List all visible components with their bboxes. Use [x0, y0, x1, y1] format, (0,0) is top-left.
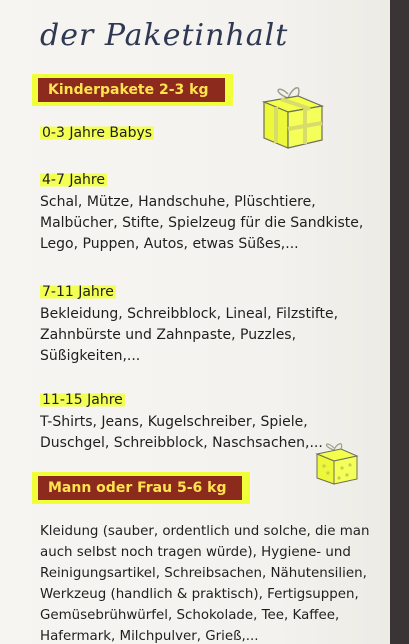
text-line: Schal, Mütze, Handschuhe, Plüschtiere, [40, 194, 316, 210]
group-heading-4-7: 4-7 Jahre [40, 172, 107, 188]
text-line: Lego, Puppen, Autos, etwas Süßes,... [40, 236, 299, 252]
page-title: der Paketinhalt [40, 18, 289, 53]
text-line: Hafermark, Milchpulver, Grieß,... [40, 629, 259, 644]
group-heading-7-11: 7-11 Jahre [40, 284, 116, 300]
text-line: Bekleidung, Schreibblock, Lineal, Filzst… [40, 306, 339, 322]
kids-banner-highlight: Kinderpakete 2-3 kg [32, 74, 233, 106]
text-line: auch selbst noch tragen würde), Hygiene-… [40, 545, 351, 560]
kids-banner: Kinderpakete 2-3 kg [38, 78, 225, 102]
group-heading-0-3: 0-3 Jahre Babys [40, 125, 155, 141]
text-line: Zahnbürste und Zahnpaste, Puzzles, [40, 327, 297, 343]
adult-banner: Mann oder Frau 5-6 kg [38, 476, 243, 500]
group-text-11-15: T-Shirts, Jeans, Kugelschreiber, Spiele,… [40, 412, 323, 454]
text-line: T-Shirts, Jeans, Kugelschreiber, Spiele, [40, 414, 308, 430]
text-line: Malbücher, Stifte, Spielzeug für die San… [40, 215, 364, 231]
text-line: Reinigungsartikel, Schreibsachen, Nähute… [40, 566, 367, 581]
text-line: Kleidung (sauber, ordentlich und solche,… [40, 524, 370, 539]
text-line: Süßigkeiten,... [40, 348, 141, 364]
gift-box-icon [261, 87, 325, 149]
group-text-7-11: Bekleidung, Schreibblock, Lineal, Filzst… [40, 304, 338, 367]
adult-text: Kleidung (sauber, ordentlich und solche,… [40, 521, 370, 644]
group-heading-11-15: 11-15 Jahre [40, 392, 125, 408]
text-line: Werkzeug (handlich & praktisch), Fertigs… [40, 587, 359, 602]
adult-banner-highlight: Mann oder Frau 5-6 kg [32, 472, 251, 504]
gift-box-icon [315, 443, 359, 485]
text-line: Duschgel, Schreibblock, Naschsachen,... [40, 435, 323, 451]
flyer-page: der Paketinhalt Kinderpakete 2-3 kg 0-3 … [0, 0, 390, 644]
group-text-4-7: Schal, Mütze, Handschuhe, Plüschtiere, M… [40, 192, 363, 255]
text-line: Gemüsebrühwürfel, Schokolade, Tee, Kaffe… [40, 608, 340, 623]
